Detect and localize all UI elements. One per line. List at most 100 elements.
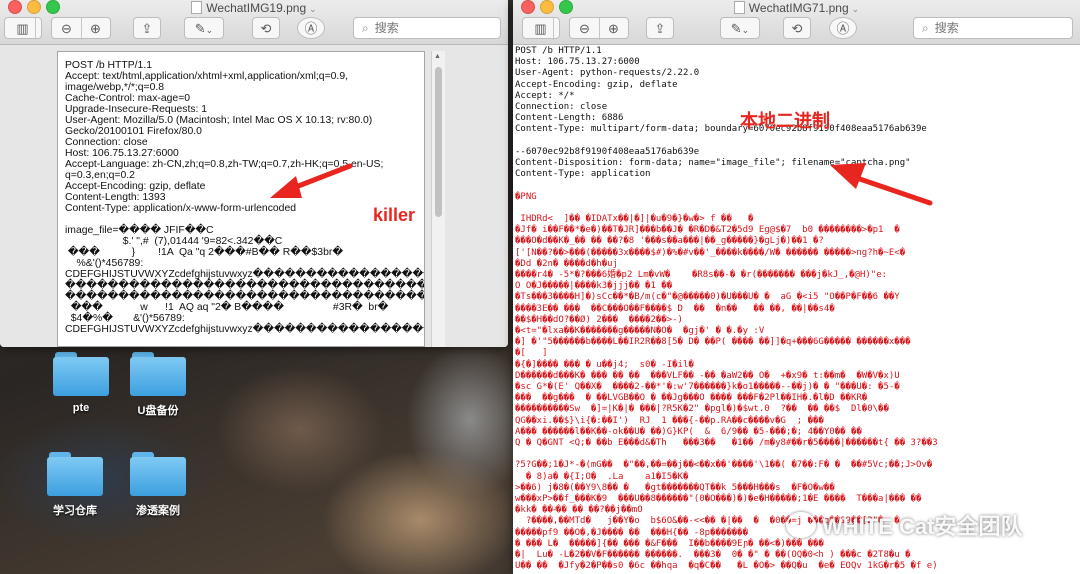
text-line: Host: 106.75.13.27:6000 <box>65 148 179 159</box>
sidebar-icon: ▥ <box>11 18 36 40</box>
text-line: ��������������������������������������� <box>65 291 425 302</box>
binary-line: �sc G*�(E' Q��X� ����2-��*'�:w'7������}k… <box>515 382 900 393</box>
search-input[interactable] <box>374 21 455 35</box>
binary-line: ����������Sw �]=|K�|� ���|?R5K�2" �pgl�)… <box>515 404 889 415</box>
binary-line: �Dd �2n� ����d�h�uj <box>515 258 618 269</box>
rotate-icon: ⟲ <box>260 21 272 36</box>
folder-icon <box>130 452 186 496</box>
chevron-down-icon[interactable]: ⌄ <box>852 4 860 14</box>
window-title: WechatIMG19.png ⌄ <box>0 1 508 16</box>
document-icon <box>733 1 745 14</box>
binary-line: >��6) j�8�(��Y9\8�� � �gt�������QT��k 5�… <box>515 482 835 493</box>
text-line: Connection: close <box>65 137 148 148</box>
desktop-folder-label: 渗透案例 <box>136 505 180 517</box>
text-line: Accept-Encoding: gzip, deflate <box>65 181 206 192</box>
annotate-icon: Ⓐ <box>304 21 318 36</box>
scrollbar-thumb[interactable] <box>435 67 442 217</box>
desktop-folder-learning-repo[interactable]: 学习仓库 <box>30 452 120 518</box>
text-line: Host: 106.75.13.27:6000 <box>515 57 640 68</box>
markup-button[interactable]: ✎⌄ <box>720 17 760 39</box>
text-line: POST /b HTTP/1.1 <box>515 46 602 56</box>
share-icon: ⇪ <box>141 21 153 36</box>
annotate-button[interactable]: Ⓐ <box>297 17 325 39</box>
binary-line: ��� ��g��� � ��LVGB��O � ��Jg���O ���� �… <box>515 393 868 404</box>
scroll-up-arrow-icon[interactable]: ▲ <box>434 53 441 60</box>
text-line <box>515 180 1080 191</box>
binary-line: ����r4� -5*�?���6婚�p2 Lm�vW� �R8s��-� �r… <box>515 270 888 281</box>
chevron-down-icon[interactable]: ⌄ <box>309 4 317 14</box>
rotate-button[interactable]: ⟲ <box>252 17 280 39</box>
text-line: --6070ec92b8f9190f408eaa5176ab639e <box>515 146 700 157</box>
text-line <box>65 214 418 225</box>
document-icon <box>191 1 203 14</box>
binary-line: ['[N��?��>���(�����3x����$#)�%�#v��'_���… <box>515 247 906 258</box>
zoom-in-icon[interactable]: ⊕ <box>600 18 628 40</box>
rotate-icon: ⟲ <box>791 21 803 36</box>
annotation-label-left: killer <box>373 205 416 225</box>
text-line: Accept-Encoding: gzip, deflate <box>515 79 678 90</box>
sidebar-toggle-button[interactable]: ▥⌄ <box>522 17 560 57</box>
binary-line: ��$�H��dO?��Ø) 2��� ����2��>-) <box>515 314 683 325</box>
preview-window-left: WechatIMG19.png⌄ ▥⌄ ⊖⊕ ⇪ ✎⌄ ⟲ Ⓐ ⌕ POST /… <box>0 0 508 347</box>
binary-line <box>515 449 1080 460</box>
folder-icon <box>53 352 109 396</box>
desktop-folder-u-disk-backup[interactable]: U盘备份 <box>113 352 203 418</box>
annotate-button[interactable]: Ⓐ <box>829 17 857 39</box>
binary-line: O O�J�����|����k3�jjj�� �1 �� <box>515 281 673 292</box>
rotate-button[interactable]: ⟲ <box>783 17 811 39</box>
binary-line: �| Lu� -L�2��V�F������ ������. ���3� 0� … <box>515 550 911 561</box>
binary-line: D������d���K� ��� �� �� ���VLF�� -�� �aW… <box>515 370 900 381</box>
text-line: ��� } !1A Qa "q 2���#B�� R��$3br� <box>65 247 343 258</box>
watermark: WHITE Cat安全团队 <box>786 510 1022 544</box>
binary-line: ���O�d��K�_�� �� ��?�8 '���s��a���|��_g�… <box>515 236 824 247</box>
text-line: Gecko/20100101 Firefox/80.0 <box>65 126 202 137</box>
annotate-icon: Ⓐ <box>836 21 850 36</box>
binary-line: QG��xi.��$}\i{�:��I') RJ 1 ���{-��p.RA��… <box>515 415 824 426</box>
pen-icon: ✎ <box>730 21 742 36</box>
binary-line: U�� �� �Jfy�2�P��s0 �6c ��hqa �q�C�� �L … <box>515 561 938 572</box>
text-line <box>515 136 1080 147</box>
search-icon: ⌕ <box>362 21 369 35</box>
zoom-controls: ⊖ ⊕ <box>569 17 629 40</box>
chevron-down-icon: ⌄ <box>205 25 214 35</box>
binary-line: �[ ] <box>515 348 548 359</box>
search-field[interactable]: ⌕ <box>913 17 1073 39</box>
text-line: $4�%� &'()*56789: <box>65 313 185 324</box>
text-line: %&'()*456789: <box>65 258 144 269</box>
window-titlebar[interactable]: WechatIMG19.png⌄ ▥⌄ ⊖⊕ ⇪ ✎⌄ ⟲ Ⓐ ⌕ <box>0 0 508 57</box>
preview-window-right: WechatIMG71.png⌄ ▥⌄ ⊖⊕ ⇪ ✎⌄ ⟲ Ⓐ ⌕ POST /… <box>513 0 1080 574</box>
text-line: Accept: */* <box>515 90 575 101</box>
desktop-folder-pentest-cases[interactable]: 渗透案例 <box>113 452 203 518</box>
image-viewport[interactable]: POST /b HTTP/1.1 Accept: text/html,applic… <box>0 45 508 347</box>
binary-line: IHDRd< ]�� �IDATx��|�]|�u�9�}�w�> f �� � <box>515 214 754 224</box>
share-button[interactable]: ⇪ <box>133 17 161 39</box>
search-input[interactable] <box>934 21 1015 35</box>
share-button[interactable]: ⇪ <box>646 17 674 39</box>
binary-line: �Jf� i��F��*�e�)��T�JR]���b��J� �R�D�&T2… <box>515 225 900 236</box>
text-line: CDEFGHIJSTUVWXYZcdefghijstuvwxyz��������… <box>65 324 425 335</box>
binary-line: � 8)a� �{I;O� .La a1�I5�K� <box>515 471 689 482</box>
annotation-arrow-left <box>270 163 353 198</box>
binary-line: w���xP>��f_���K�9 ���U��8������"(0�O���)… <box>515 494 922 505</box>
search-field[interactable]: ⌕ <box>353 17 501 39</box>
zoom-out-icon[interactable]: ⊖ <box>53 18 82 40</box>
desktop-folder-label: U盘备份 <box>137 405 179 417</box>
text-line: User-Agent: Mozilla/5.0 (Macintosh; Inte… <box>65 115 373 126</box>
markup-button[interactable]: ✎⌄ <box>184 17 224 39</box>
text-line: ��� w !1 AQ aq "2� B���� #3R� br� <box>65 302 389 313</box>
binary-line: A��� ������l��K��-ok��U� ��)G}KP( & 6/9�… <box>515 426 862 437</box>
binary-line: ?5?G��;1�J*-�(mG�� �"��,��=��j��<��x��'�… <box>515 460 933 471</box>
folder-icon <box>130 352 186 396</box>
zoom-in-icon[interactable]: ⊕ <box>82 18 110 40</box>
text-line: User-Agent: python-requests/2.22.0 <box>515 68 700 79</box>
desktop-folder-label: 学习仓库 <box>53 505 97 517</box>
vertical-scrollbar[interactable]: ▲ <box>431 51 445 347</box>
zoom-controls: ⊖ ⊕ <box>51 17 111 40</box>
zoom-out-icon[interactable]: ⊖ <box>571 18 600 40</box>
chevron-down-icon: ⌄ <box>741 25 750 35</box>
sidebar-toggle-button[interactable]: ▥⌄ <box>4 17 42 57</box>
text-line: CDEFGHIJSTUVWXYZcdefghijstuvwxyz��������… <box>65 269 425 280</box>
window-titlebar[interactable]: WechatIMG71.png⌄ ▥⌄ ⊖⊕ ⇪ ✎⌄ ⟲ Ⓐ ⌕ <box>513 0 1080 57</box>
window-title: WechatIMG71.png ⌄ <box>513 1 1080 16</box>
sidebar-icon: ▥ <box>529 18 554 40</box>
